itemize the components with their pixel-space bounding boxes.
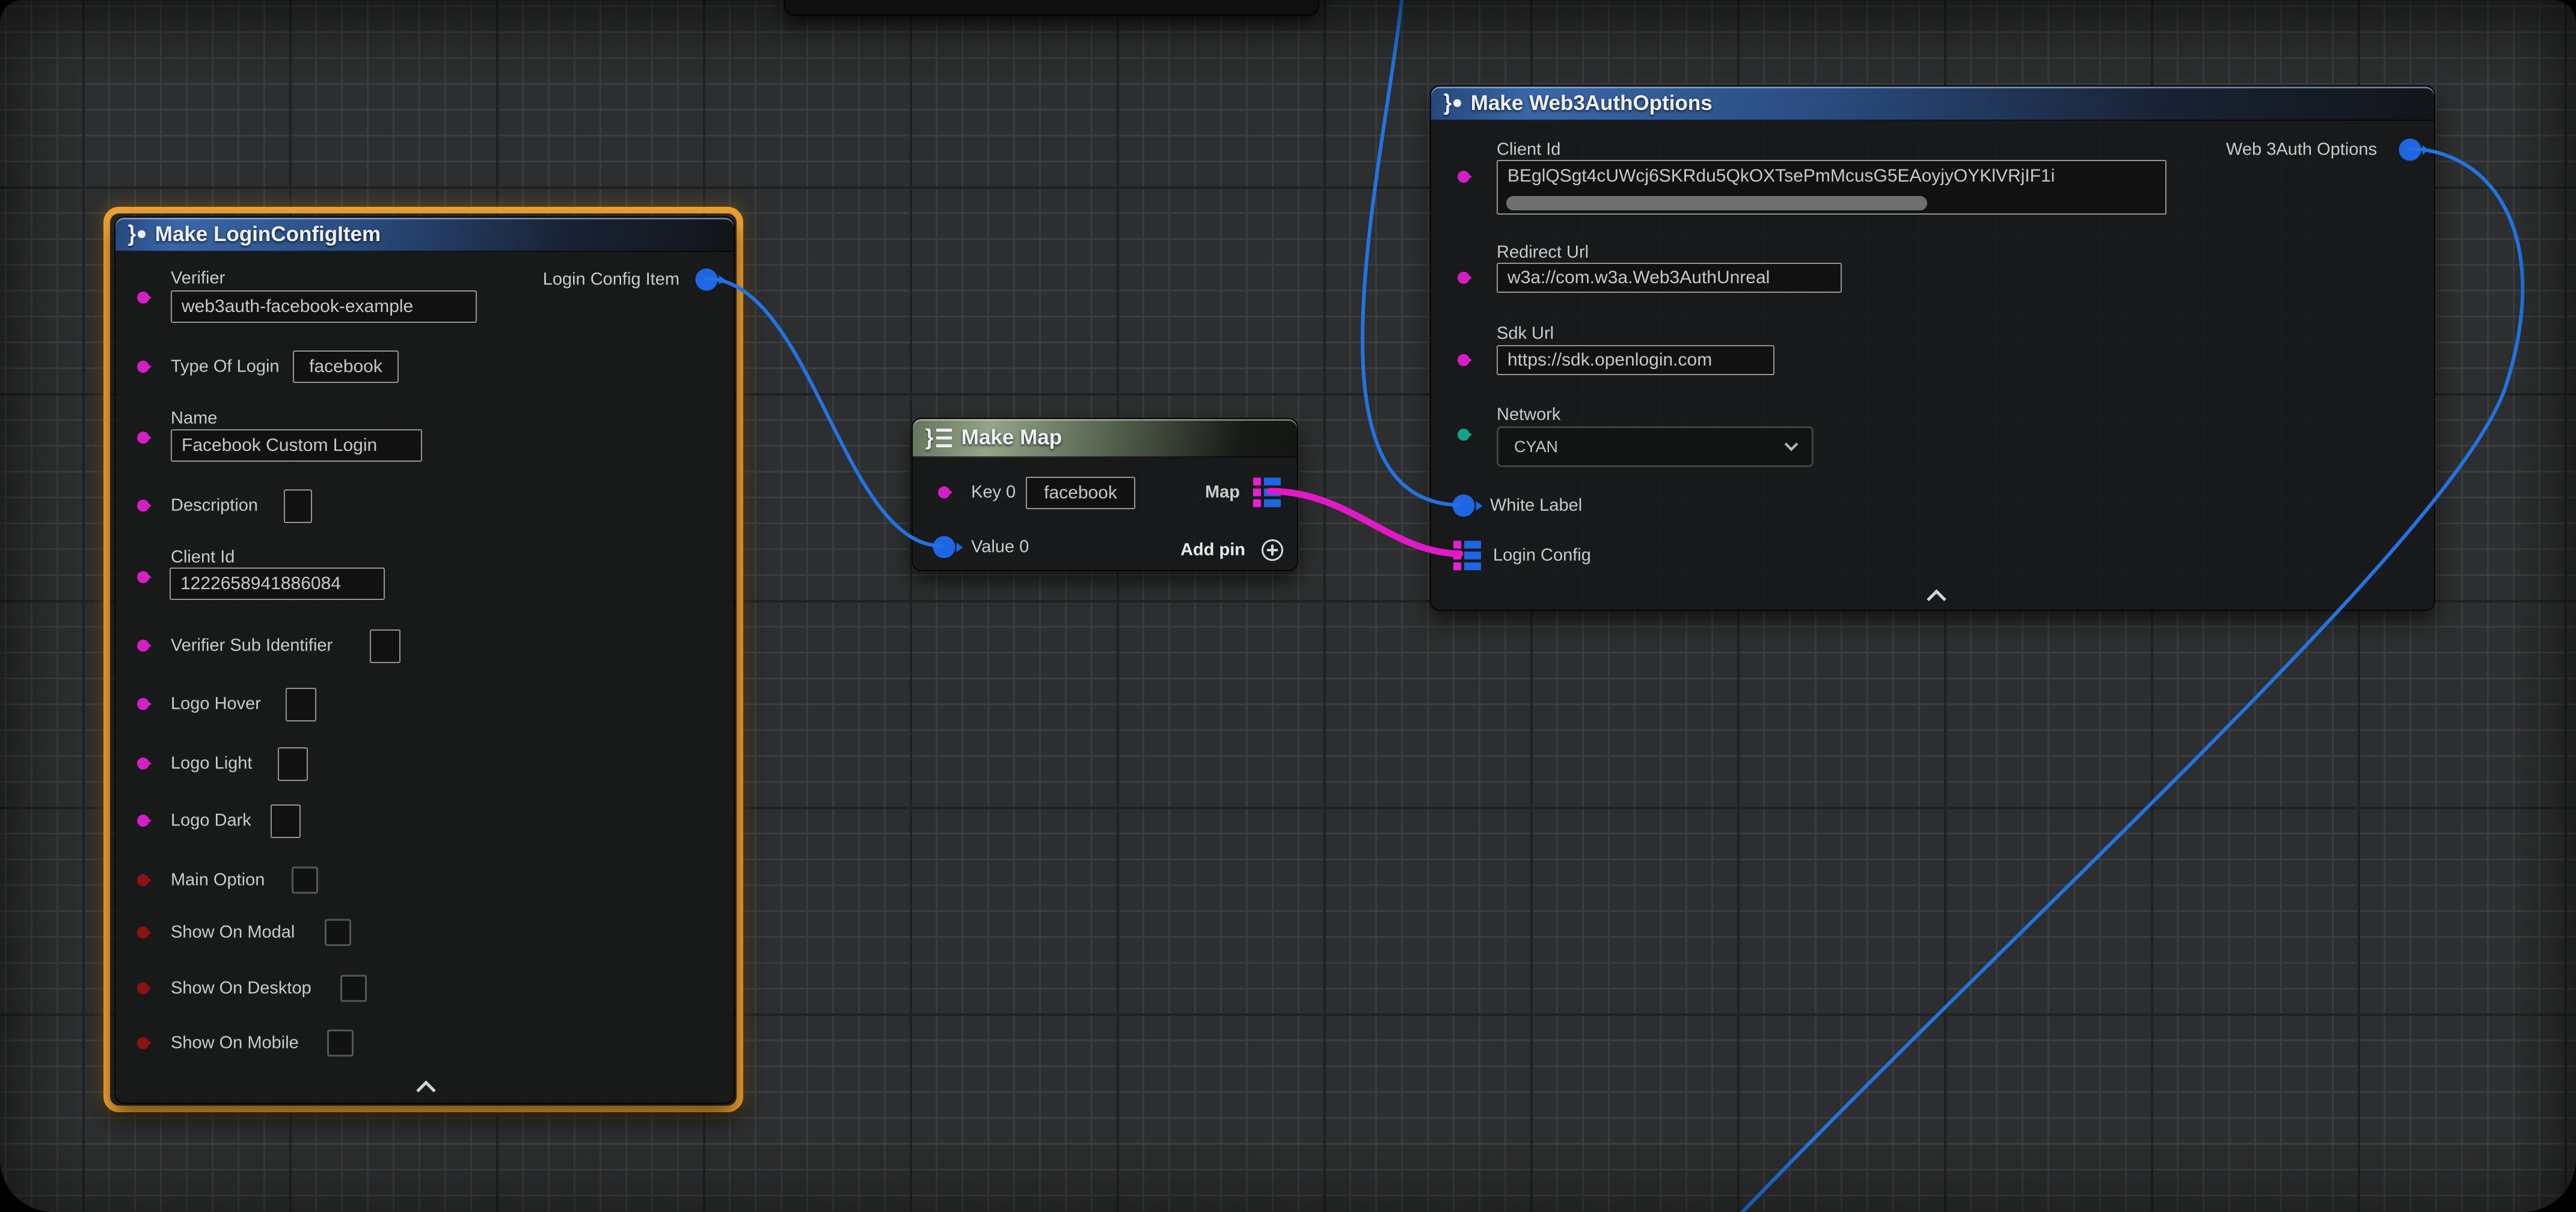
pin-label: Verifier — [171, 269, 225, 289]
logo-dark-input[interactable] — [271, 804, 301, 838]
input-pin-logo-dark[interactable] — [137, 815, 149, 827]
textbox-scrollbar[interactable] — [1506, 196, 1927, 210]
network-dropdown[interactable]: CYAN — [1497, 426, 1814, 467]
input-pin-verifier-sub-identifier[interactable] — [137, 640, 149, 652]
pin-label: Logo Dark — [171, 811, 251, 831]
pin-label: Redirect Url — [1497, 243, 1589, 263]
output-pin-label: Map — [1205, 483, 1240, 503]
pin-label: Network — [1497, 405, 1560, 425]
node-title: Make Web3AuthOptions — [1471, 91, 1713, 115]
logo-light-input[interactable] — [278, 747, 308, 781]
input-pin-client-id[interactable] — [1458, 171, 1470, 183]
show-on-mobile-checkbox[interactable] — [327, 1030, 354, 1057]
pin-label: Client Id — [171, 548, 235, 568]
pin-label: Show On Desktop — [171, 979, 311, 999]
make-map-icon: } — [925, 425, 952, 451]
pin-label: Value 0 — [971, 537, 1029, 557]
pin-label: Main Option — [171, 871, 265, 890]
offscreen-node-bottom-edge[interactable] — [784, 0, 1319, 16]
pin-label: Logo Light — [171, 754, 252, 774]
main-option-checkbox[interactable] — [292, 867, 318, 894]
node-header[interactable]: } Make Web3AuthOptions — [1431, 87, 2434, 121]
verifier-input[interactable]: web3auth-facebook-example — [171, 290, 477, 323]
input-pin-description[interactable] — [137, 500, 149, 512]
show-on-modal-checkbox[interactable] — [325, 919, 351, 946]
pin-label: Show On Mobile — [171, 1033, 299, 1053]
input-pin-main-option[interactable] — [137, 874, 149, 886]
client-id-input[interactable]: BEglQSgt4cUWcj6SKRdu5QkOXTsePmMcusG5EAoy… — [1497, 160, 2167, 215]
input-pin-client-id[interactable] — [137, 571, 149, 583]
node-make-web3auth-options[interactable]: } Make Web3AuthOptions Web 3Auth Options… — [1430, 85, 2435, 611]
pin-label: Verifier Sub Identifier — [171, 636, 333, 656]
chevron-down-icon — [1785, 438, 1799, 451]
pin-label: Client Id — [1497, 140, 1560, 160]
make-struct-icon: } — [1443, 90, 1461, 116]
input-pin-name[interactable] — [137, 432, 149, 444]
pin-label: Description — [171, 496, 258, 516]
show-on-desktop-checkbox[interactable] — [340, 975, 367, 1002]
input-pin-show-on-modal[interactable] — [137, 926, 149, 938]
input-pin-logo-light[interactable] — [137, 758, 149, 770]
input-pin-verifier[interactable] — [137, 292, 149, 304]
make-struct-icon: } — [127, 221, 146, 247]
pin-label: Show On Modal — [171, 923, 295, 943]
input-pin-sdk-url[interactable] — [1458, 354, 1470, 366]
input-pin-type-of-login[interactable] — [137, 361, 149, 373]
collapse-node-button[interactable] — [414, 1079, 438, 1097]
logo-hover-input[interactable] — [286, 688, 316, 721]
add-pin-label[interactable]: Add pin — [1180, 540, 1245, 560]
blueprint-editor: } Make LoginConfigItem Login Config Item… — [0, 0, 2576, 1212]
name-input[interactable]: Facebook Custom Login — [171, 429, 422, 462]
node-title: Make LoginConfigItem — [155, 222, 381, 246]
pin-label: Sdk Url — [1497, 324, 1554, 344]
description-input[interactable] — [284, 489, 312, 523]
node-title: Make Map — [961, 426, 1062, 450]
graph-canvas[interactable]: } Make LoginConfigItem Login Config Item… — [0, 0, 2576, 1212]
sdk-url-input[interactable]: https://sdk.openlogin.com — [1497, 345, 1774, 375]
network-selected-value: CYAN — [1514, 438, 1558, 456]
input-pin-key-0[interactable] — [938, 486, 950, 498]
node-header[interactable]: } Make Map — [913, 419, 1297, 458]
node-make-map[interactable]: } Make Map Key 0 facebook Map Value 0 Ad… — [912, 418, 1298, 571]
node-make-login-config-item[interactable]: } Make LoginConfigItem Login Config Item… — [114, 216, 735, 1104]
input-pin-network[interactable] — [1458, 429, 1470, 441]
pin-label: Name — [171, 409, 217, 429]
output-pin-label: Web 3Auth Options — [2226, 140, 2377, 160]
key-0-input[interactable]: facebook — [1026, 477, 1135, 509]
client-id-input[interactable]: 1222658941886084 — [170, 568, 385, 600]
pin-label: Logo Hover — [171, 694, 261, 714]
node-header[interactable]: } Make LoginConfigItem — [115, 218, 734, 252]
input-pin-redirect-url[interactable] — [1458, 272, 1470, 284]
pin-label: Login Config — [1493, 546, 1591, 566]
input-pin-show-on-desktop[interactable] — [137, 982, 149, 994]
type-of-login-input[interactable]: facebook — [293, 350, 399, 383]
pin-label: Key 0 — [971, 483, 1016, 503]
verifier-sub-identifier-input[interactable] — [370, 629, 400, 663]
pin-label: White Label — [1490, 496, 1582, 516]
output-pin-label: Login Config Item — [543, 270, 679, 290]
add-pin-icon[interactable] — [1262, 539, 1283, 561]
redirect-url-input[interactable]: w3a://com.w3a.Web3AuthUnreal — [1497, 263, 1842, 293]
input-pin-logo-hover[interactable] — [137, 698, 149, 710]
input-pin-show-on-mobile[interactable] — [137, 1037, 149, 1049]
collapse-node-button[interactable] — [1924, 587, 1948, 605]
pin-label: Type Of Login — [171, 357, 280, 377]
